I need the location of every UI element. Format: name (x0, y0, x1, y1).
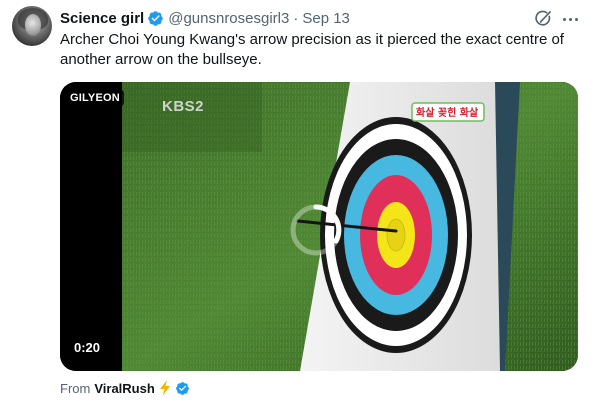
tweet-text: Archer Choi Young Kwang's arrow precisio… (60, 31, 564, 68)
source-tag: GILYEON (66, 90, 124, 106)
from-label: From (60, 380, 91, 396)
verified-badge-icon (175, 381, 189, 395)
lightning-bolt-icon (159, 380, 170, 396)
source-attribution: From ViralRush (60, 379, 190, 397)
tweet-header: Science girl @gunsnrosesgirl3 · Sep 13 (60, 8, 350, 28)
author-name[interactable]: Science girl (60, 10, 144, 27)
verified-badge-icon (148, 10, 163, 26)
tweet-card[interactable]: Science girl @gunsnrosesgirl3 · Sep 13 A… (0, 0, 612, 406)
author-handle[interactable]: @gunsnrosesgirl3 (168, 10, 289, 27)
svg-text:화살 꽂힌 화살: 화살 꽂힌 화살 (416, 106, 479, 119)
video-duration: 0:20 (74, 340, 101, 355)
channel-watermark: KBS2 (162, 98, 205, 115)
video-frame: 화살 꽂힌 화살 (60, 82, 578, 371)
more-icon[interactable] (560, 9, 580, 29)
tweet-date[interactable]: Sep 13 (302, 10, 350, 27)
avatar[interactable] (12, 6, 52, 46)
video-player[interactable]: 화살 꽂힌 화살 KBS2 GILYEON 0:20 (60, 82, 578, 371)
separator-dot: · (293, 9, 299, 27)
archery-target (320, 117, 472, 353)
grok-icon[interactable] (533, 9, 553, 29)
from-account-name[interactable]: ViralRush (94, 381, 154, 396)
